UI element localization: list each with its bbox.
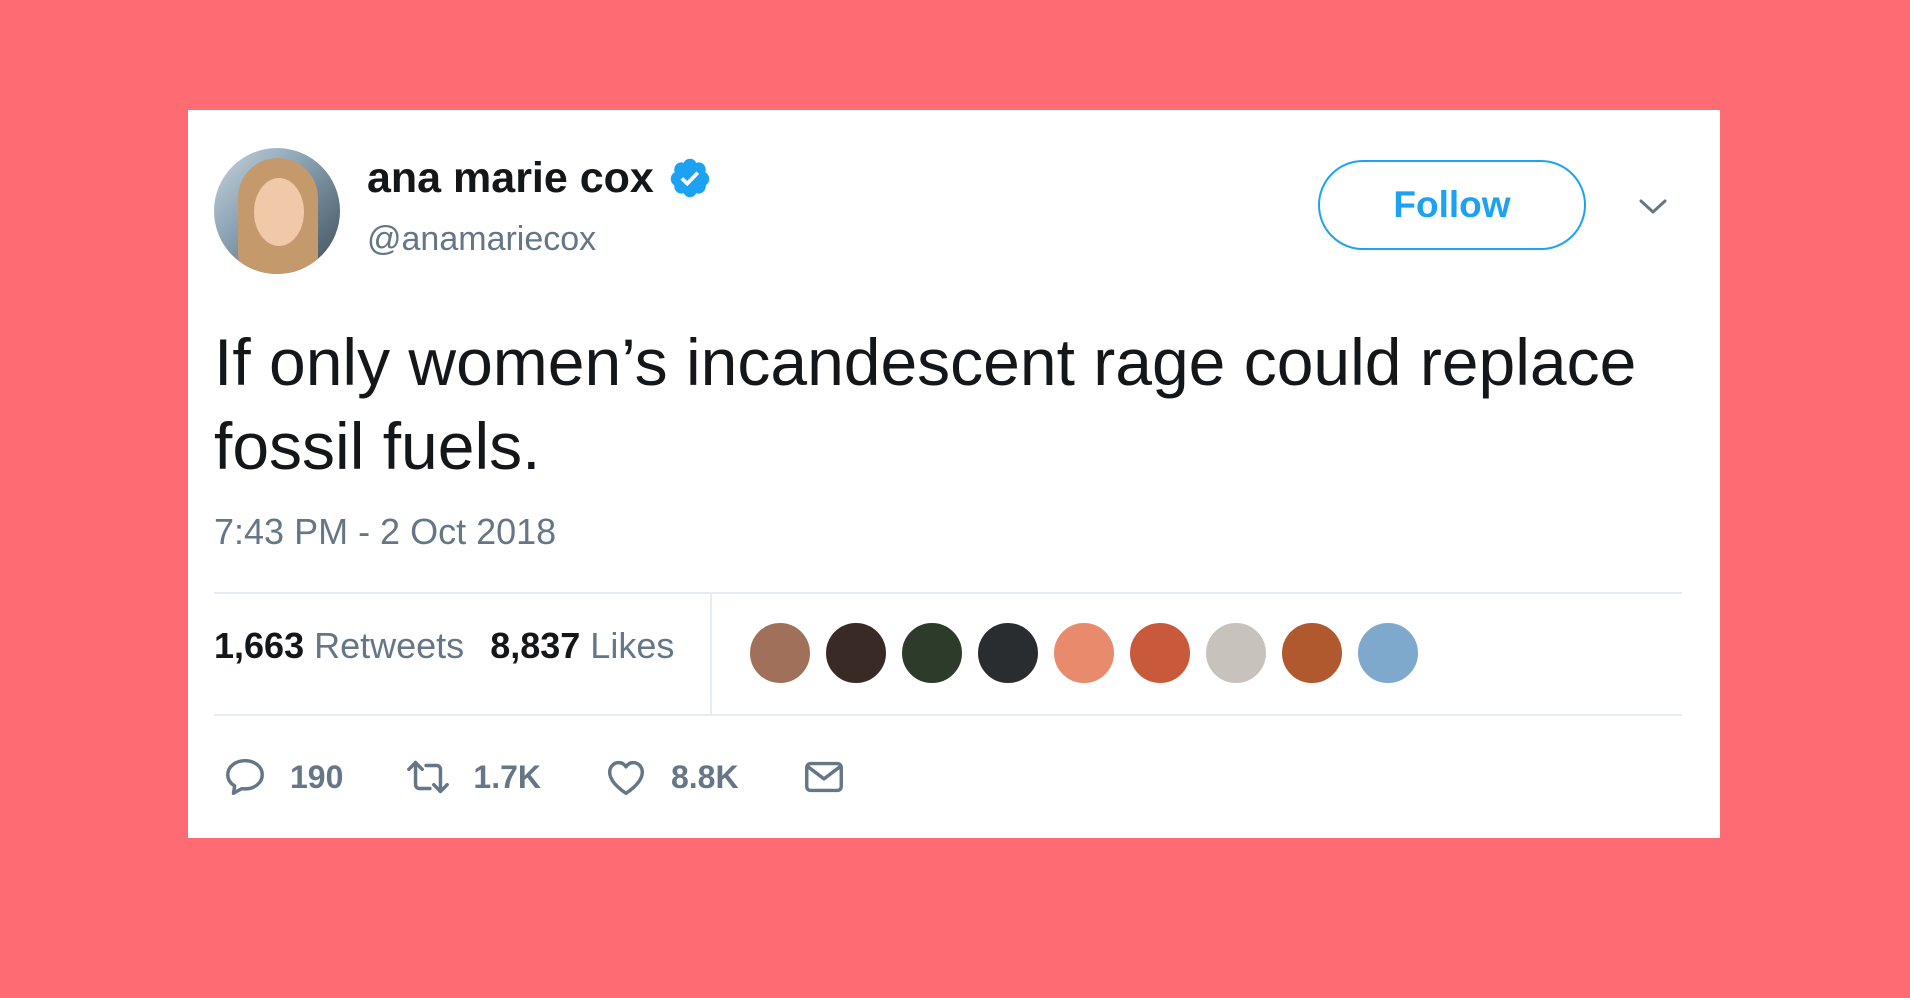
direct-message-action[interactable] (801, 754, 847, 800)
liker-avatar[interactable] (1204, 621, 1268, 685)
chevron-down-icon[interactable] (1636, 194, 1670, 218)
liker-avatar[interactable] (824, 621, 888, 685)
author-display-name[interactable]: ana marie cox (367, 156, 654, 200)
engagement-stats: 1,663 Retweets 8,837 Likes (214, 628, 674, 664)
likes-count: 8,837 (490, 625, 581, 666)
liker-avatar[interactable] (976, 621, 1040, 685)
likes-label: Likes (590, 625, 675, 666)
verified-badge-icon (670, 158, 710, 198)
liker-avatar[interactable] (1052, 621, 1116, 685)
divider-top (214, 592, 1682, 594)
retweets-stat[interactable]: 1,663 Retweets (214, 628, 464, 664)
liker-avatar[interactable] (1280, 621, 1344, 685)
retweet-count: 1.7K (473, 759, 541, 795)
tweet-actions: 190 1.7K 8.8K (222, 754, 909, 800)
author-name-row: ana marie cox (367, 156, 712, 200)
retweet-icon (407, 760, 450, 794)
divider-bottom (214, 714, 1682, 716)
tweet-card: ana marie cox @anamariecox Follow If onl… (188, 110, 1720, 838)
liker-avatar[interactable] (900, 621, 964, 685)
follow-button[interactable]: Follow (1318, 160, 1586, 250)
tweet-timestamp[interactable]: 7:43 PM - 2 Oct 2018 (214, 514, 556, 550)
tweet-text: If only women’s incandescent rage could … (214, 325, 1637, 483)
like-count: 8.8K (670, 759, 739, 795)
like-action[interactable]: 8.8K (603, 754, 739, 800)
liker-avatars (748, 621, 1420, 685)
liker-avatar[interactable] (748, 621, 812, 685)
reply-icon (226, 758, 264, 796)
retweets-count: 1,663 (214, 625, 305, 666)
likes-stat[interactable]: 8,837 Likes (490, 628, 674, 664)
retweets-label: Retweets (314, 625, 465, 666)
reply-action[interactable]: 190 (222, 754, 343, 800)
liker-avatar[interactable] (1356, 621, 1420, 685)
author-avatar[interactable] (214, 148, 340, 274)
author-handle[interactable]: @anamariecox (367, 222, 596, 256)
liker-avatar[interactable] (1128, 621, 1192, 685)
heart-icon (607, 760, 645, 796)
avatar-face (254, 178, 304, 246)
reply-count: 190 (290, 759, 344, 795)
envelope-icon (804, 761, 843, 793)
stats-separator (710, 594, 712, 714)
retweet-action[interactable]: 1.7K (405, 754, 541, 800)
